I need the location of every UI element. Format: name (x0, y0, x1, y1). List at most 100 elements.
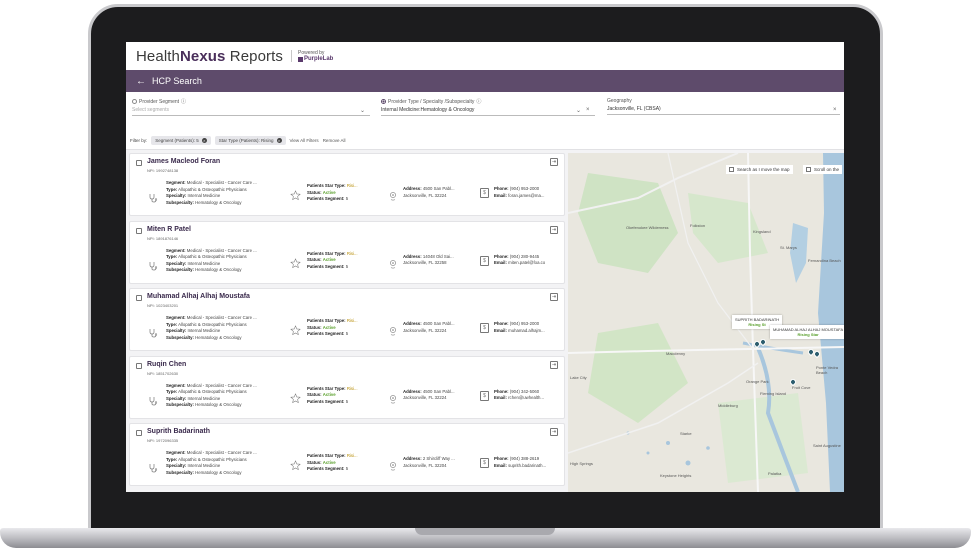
map-place-label: High Springs (570, 461, 593, 466)
stethoscope-icon (148, 325, 158, 338)
map-place-label: Fernandina Beach (808, 258, 841, 263)
scroll-checkbox[interactable] (806, 167, 811, 172)
map-place-label: Orange Park (746, 379, 769, 384)
export-icon[interactable]: ⇥ (550, 225, 558, 234)
filter-by-label: Filter by: (130, 138, 148, 143)
title-bar: ← HCP Search (126, 70, 844, 92)
radio-provider-type[interactable] (381, 99, 386, 104)
location-pin-icon (388, 188, 398, 201)
export-icon[interactable]: ⇥ (550, 158, 558, 166)
info-icon: ⓘ (181, 99, 187, 105)
map-place-label: Ponte Vedra Beach (816, 365, 839, 375)
map-place-label: Keystone Heights (660, 473, 692, 478)
contact-card-icon: $ (480, 458, 489, 468)
page-title: HCP Search (152, 76, 202, 86)
location-pin-icon (388, 256, 398, 268)
export-icon[interactable]: ⇥ (550, 428, 558, 436)
map-place-label: Folkston (690, 223, 706, 228)
laptop-notch (415, 528, 555, 535)
provider-list: James Macleod Foran NPI: 1992748138 ⇥ Segme… (126, 153, 566, 492)
provider-card[interactable]: James Macleod Foran NPI: 1992748138 ⇥ Segme… (129, 153, 565, 216)
contact-card-icon: $ (480, 323, 489, 333)
map-popup-large[interactable]: MUHAMAD ALHAJ ALHAJ MOUSTAFA Rising Star (770, 325, 844, 339)
star-icon (290, 391, 301, 403)
location-pin-icon (388, 391, 398, 403)
filter-panel: Provider Segment ⓘ Select segments ⌄ Prov… (126, 92, 844, 132)
provider-name[interactable]: Suprith Badarinath (147, 428, 210, 435)
view-all-filters-link[interactable]: View All Filters (290, 138, 319, 143)
geography-filter[interactable]: Geography Jacksonville, FL (CBSA) × (607, 98, 840, 115)
provider-type-filter[interactable]: Provider Type / Specialty /Subspecialty ⓘ… (381, 98, 595, 116)
remove-all-link[interactable]: Remove All (323, 138, 346, 143)
stethoscope-icon (148, 393, 158, 405)
clear-icon[interactable]: × (586, 107, 590, 113)
provider-name[interactable]: Muhamad Alhaj Alhaj Moustafa (147, 293, 250, 300)
partner-logo: Powered by PurpleLab (298, 50, 334, 62)
back-arrow-icon[interactable]: ← (136, 76, 146, 87)
select-provider-checkbox[interactable] (136, 227, 142, 234)
info-icon: ⓘ (476, 99, 482, 105)
active-filters-row: Filter by: Segment (Patients): 5 × Star T… (126, 132, 844, 150)
provider-name[interactable]: James Macleod Foran (147, 158, 220, 165)
location-pin-icon (388, 323, 398, 336)
provider-name[interactable]: Miten R Patel (147, 226, 191, 233)
map-place-label: Kingsland (753, 229, 771, 234)
provider-segment-select[interactable]: Select segments (132, 107, 370, 116)
stethoscope-icon (148, 190, 158, 203)
app-screen: HealthNexus Reports Powered by PurpleLab… (126, 42, 844, 492)
provider-npi: NPI: 1891876146 (147, 235, 179, 241)
select-provider-checkbox[interactable] (136, 430, 142, 436)
provider-type-select[interactable]: Internal Medicine:Hematology & Oncology (381, 107, 595, 116)
map-place-label: Okefenokee Wilderness (626, 225, 669, 230)
export-icon[interactable]: ⇥ (550, 293, 558, 301)
star-icon (290, 256, 301, 268)
provider-card[interactable]: Miten R Patel NPI: 1891876146 ⇥ Segment: Me… (129, 220, 565, 284)
provider-npi: NPI: 1972096335 (147, 438, 179, 443)
purplelab-mark-icon (298, 56, 303, 62)
select-provider-checkbox[interactable] (136, 295, 142, 301)
brand-logo[interactable]: HealthNexus Reports (136, 48, 283, 65)
map-place-label: St. Marys (780, 245, 797, 250)
provider-npi: NPI: 1851702630 (147, 370, 179, 376)
provider-card[interactable]: Suprith Badarinath NPI: 1972096335 ⇥ Segmen… (129, 423, 565, 486)
location-pin-icon (388, 458, 398, 471)
select-provider-checkbox[interactable] (136, 362, 142, 369)
contact-card-icon: $ (480, 390, 489, 401)
map-canvas (568, 153, 844, 492)
provider-npi: NPI: 1023403201 (147, 303, 179, 308)
select-provider-checkbox[interactable] (136, 160, 142, 166)
filter-chip[interactable]: Star Type (Patients): Rising × (214, 136, 286, 145)
contact-card-icon: $ (480, 255, 489, 266)
geography-select[interactable]: Jacksonville, FL (CBSA) (607, 106, 840, 115)
provider-card[interactable]: Muhamad Alhaj Alhaj Moustafa NPI: 1023403… (129, 288, 565, 351)
chevron-down-icon[interactable]: ⌄ (360, 107, 365, 114)
clear-icon[interactable]: × (833, 107, 837, 113)
scroll-toggle[interactable]: Scroll on the (803, 165, 843, 174)
export-icon[interactable]: ⇥ (550, 360, 558, 369)
search-as-move-toggle[interactable]: Search as I move the map (726, 165, 793, 174)
remove-chip-icon[interactable]: × (201, 138, 207, 143)
chevron-down-icon[interactable]: ⌄ (576, 107, 581, 114)
map-place-label: Saint Augustine (813, 443, 841, 448)
search-move-checkbox[interactable] (729, 167, 734, 172)
map-place-label: Palatka (768, 471, 782, 476)
stethoscope-icon (148, 258, 158, 270)
map-place-label: Fleming Island (760, 391, 787, 396)
radio-provider-segment[interactable] (132, 99, 137, 104)
filter-chip[interactable]: Segment (Patients): 5 × (151, 136, 211, 145)
provider-card[interactable]: Ruqin Chen NPI: 1851702630 ⇥ Segment: Medic… (129, 355, 565, 419)
map-place-label: Macclenny (666, 351, 686, 356)
laptop-frame: HealthNexus Reports Powered by PurpleLab… (0, 0, 971, 552)
remove-chip-icon[interactable]: × (276, 138, 282, 143)
contact-card-icon: $ (480, 188, 489, 198)
star-icon (290, 323, 301, 336)
provider-segment-filter[interactable]: Provider Segment ⓘ Select segments ⌄ (132, 98, 370, 116)
top-header: HealthNexus Reports Powered by PurpleLab (126, 42, 844, 70)
map-place-label: Fruit Cove (792, 385, 811, 390)
map-place-label: Starke (680, 431, 692, 436)
provider-name[interactable]: Ruqin Chen (147, 361, 186, 368)
brand-divider (291, 50, 292, 62)
stethoscope-icon (148, 460, 158, 473)
map-view[interactable]: Search as I move the map Scroll on the O… (568, 153, 844, 492)
star-icon (290, 188, 301, 201)
